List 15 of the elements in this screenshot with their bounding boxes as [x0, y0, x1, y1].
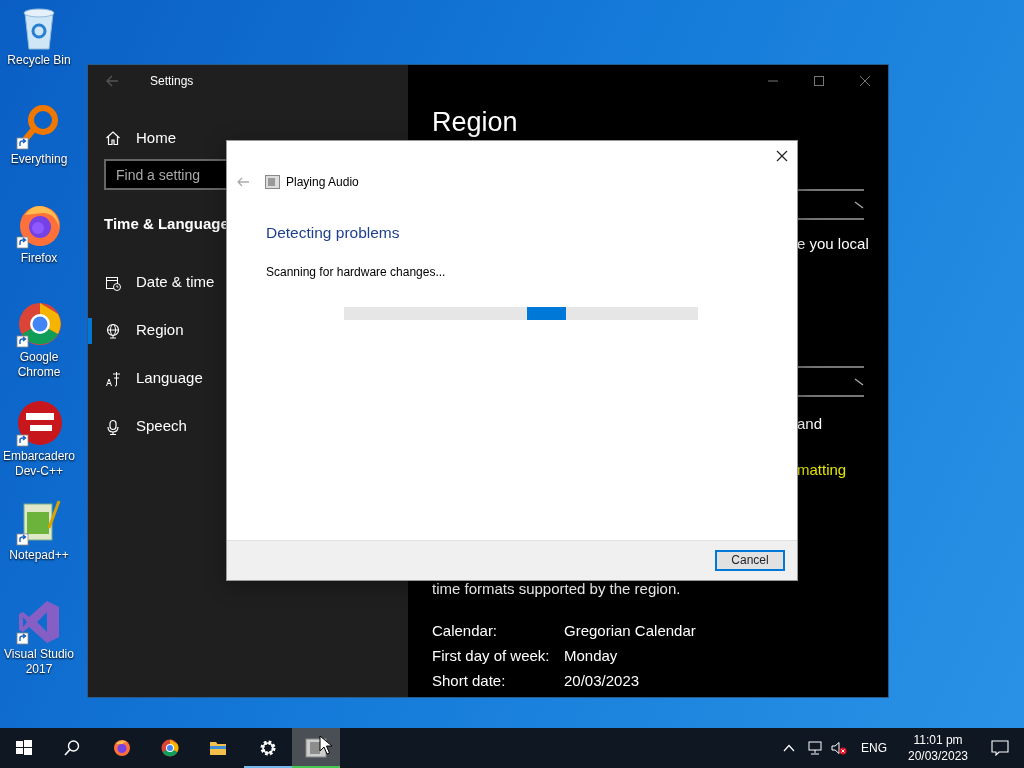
detail-value: Monday	[564, 646, 618, 666]
text-fragment: e you local	[797, 235, 869, 252]
page-title: Region	[432, 106, 518, 138]
section-heading: Time & Language	[104, 214, 229, 234]
description-text: time formats supported by the region.	[432, 579, 682, 598]
detail-label: First day of week:	[432, 646, 551, 666]
dialog-title: Playing Audio	[286, 174, 359, 191]
text-fragment: and	[797, 415, 823, 432]
detail-label: Calendar:	[432, 621, 499, 641]
detail-value: 20/03/2023	[564, 671, 640, 691]
window-title: Settings	[150, 73, 194, 90]
detail-value: Gregorian Calendar	[564, 621, 696, 641]
dialog-heading: Detecting problems	[266, 223, 400, 243]
detail-label: Short date:	[432, 671, 507, 691]
status-text: Scanning for hardware changes...	[266, 264, 446, 282]
